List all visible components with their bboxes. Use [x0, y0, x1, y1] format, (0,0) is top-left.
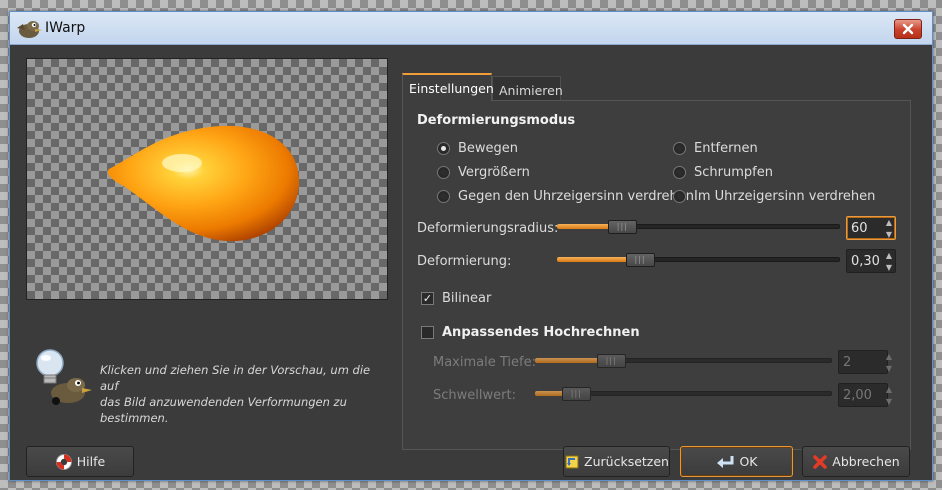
threshold-spin-arrows[interactable]: ▲ ▼ [882, 383, 896, 407]
radio-indicator [673, 141, 686, 155]
help-button[interactable]: Hilfe [26, 446, 134, 477]
radio-entfernen[interactable]: Entfernen [673, 139, 758, 157]
cancel-x-icon [813, 454, 828, 469]
supersample-label: Anpassendes Hochrechnen [442, 325, 640, 340]
radio-label: Im Uhrzeigersinn verdrehen [694, 188, 876, 204]
lifebuoy-icon [55, 453, 72, 470]
radio-indicator [673, 165, 686, 179]
close-button[interactable] [894, 19, 922, 39]
close-icon [902, 23, 914, 35]
radius-spin-arrows[interactable]: ▲ ▼ [882, 216, 896, 240]
cancel-label: Abbrechen [832, 454, 900, 469]
radio-label: Entfernen [694, 140, 758, 156]
preview-area[interactable] [26, 58, 388, 300]
radio-label: Schrumpfen [694, 164, 773, 180]
amount-value: 0,30 [851, 254, 880, 269]
radius-label: Deformierungsradius: [417, 221, 559, 236]
lightbulb-wilber-icon [36, 349, 92, 405]
radio-schrumpfen[interactable]: Schrumpfen [673, 163, 773, 181]
radius-value: 60 [851, 221, 868, 236]
depth-label: Maximale Tiefe: [433, 355, 536, 370]
wilber-icon [17, 21, 42, 38]
amount-slider[interactable]: ||| [557, 253, 840, 267]
reset-label: Zurücksetzen [584, 454, 669, 469]
checkbox-indicator [421, 326, 434, 339]
help-label: Hilfe [76, 454, 106, 469]
preview-image [107, 125, 299, 242]
radio-label: Bewegen [458, 140, 519, 156]
radio-indicator [437, 189, 450, 203]
radio-indicator [437, 165, 450, 179]
reset-icon [565, 455, 579, 468]
checkbox-indicator: ✓ [421, 292, 434, 305]
threshold-slider[interactable]: ||| [535, 387, 832, 401]
slider-handle[interactable]: ||| [596, 354, 626, 368]
amount-label: Deformierung: [417, 254, 512, 269]
radio-indicator [437, 141, 450, 155]
threshold-spinbutton[interactable]: 2,00 [838, 383, 888, 407]
depth-spin-arrows[interactable]: ▲ ▼ [882, 350, 896, 374]
mode-title: Deformierungsmodus [417, 113, 576, 128]
radio-im-uhrzeigersinn[interactable]: Im Uhrzeigersinn verdrehen [673, 187, 875, 205]
dialog-content: Klicken und ziehen Sie in der Vorschau, … [10, 46, 932, 480]
depth-slider[interactable]: ||| [535, 354, 832, 368]
reset-button[interactable]: Zurücksetzen [563, 446, 670, 477]
radio-label: Gegen den Uhrzeigersinn verdrehen [458, 188, 695, 204]
radius-slider[interactable]: ||| [557, 220, 840, 234]
depth-spinbutton[interactable]: 2 [838, 350, 888, 374]
hint-text: Klicken und ziehen Sie in der Vorschau, … [100, 363, 371, 425]
radio-vergroessern[interactable]: Vergrößern [437, 163, 530, 181]
title-bar[interactable]: IWarp [10, 12, 932, 45]
radio-indicator [673, 189, 686, 203]
tab-einstellungen[interactable]: Einstellungen [402, 73, 494, 101]
enter-arrow-icon [717, 455, 734, 468]
amount-spin-arrows[interactable]: ▲ ▼ [882, 249, 896, 273]
threshold-value: 2,00 [843, 388, 872, 403]
ok-button[interactable]: OK [680, 446, 793, 477]
bilinear-checkbox[interactable]: ✓ Bilinear [421, 291, 491, 306]
tab-animieren[interactable]: Animieren [492, 76, 563, 101]
slider-handle[interactable]: ||| [561, 387, 591, 401]
radio-bewegen[interactable]: Bewegen [437, 139, 518, 157]
radio-gegen-uhrzeigersinn[interactable]: Gegen den Uhrzeigersinn verdrehen [437, 187, 694, 205]
bilinear-label: Bilinear [442, 291, 492, 306]
slider-handle[interactable]: ||| [625, 253, 655, 267]
settings-panel: Deformierungsmodus Bewegen Vergrößern Ge… [402, 100, 911, 450]
threshold-label: Schwellwert: [433, 388, 516, 403]
supersample-checkbox[interactable]: Anpassendes Hochrechnen [421, 325, 640, 340]
ok-label: OK [739, 454, 758, 469]
slider-handle[interactable]: ||| [607, 220, 637, 234]
window-title: IWarp [45, 20, 86, 36]
cancel-button[interactable]: Abbrechen [802, 446, 910, 477]
iwarp-dialog: IWarp Klicken und ziehen Sie in der Vors… [9, 11, 933, 481]
depth-value: 2 [843, 355, 852, 370]
radio-label: Vergrößern [458, 164, 530, 180]
